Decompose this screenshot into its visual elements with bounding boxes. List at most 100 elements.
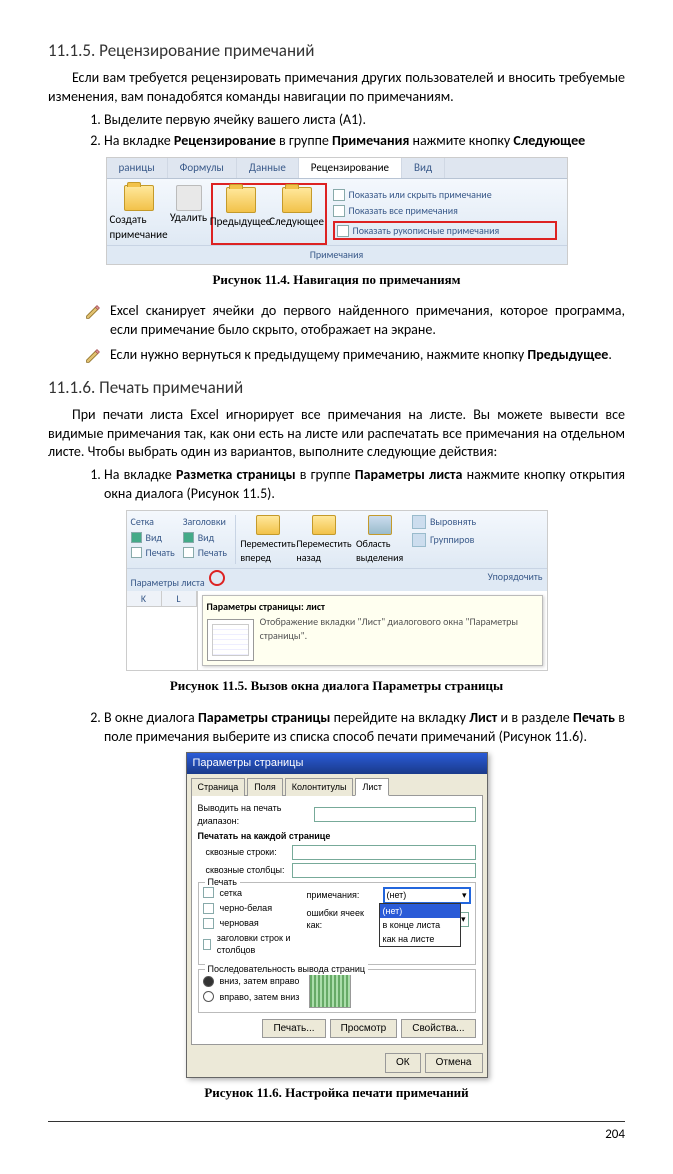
view-check[interactable]: Вид — [183, 531, 227, 545]
dialog-tab-margins[interactable]: Поля — [247, 778, 282, 796]
ribbon-tab[interactable]: Данные — [237, 158, 299, 179]
print-group: Печать сетка черно-белая черновая заголо… — [198, 882, 476, 965]
tooltip-thumbnail — [207, 619, 254, 661]
subheader: Печатать на каждой странице — [198, 830, 476, 842]
group-button[interactable]: Группиров — [412, 533, 476, 547]
t: В окне диалога — [104, 709, 198, 726]
label: ошибки ячеек как: — [307, 907, 377, 931]
label: Показать все примечания — [349, 204, 458, 218]
cancel-button[interactable]: Отмена — [425, 1053, 483, 1073]
align-icon — [412, 515, 426, 529]
ribbon-tab[interactable]: Вид — [402, 158, 445, 179]
dialog-tab-headerfooter[interactable]: Колонтитулы — [285, 778, 354, 796]
dialog-launcher-highlight[interactable] — [209, 570, 225, 586]
col-header: L — [162, 591, 197, 607]
t: нажмите кнопку — [409, 132, 513, 149]
section-heading-2: 11.1.6. Печать примечаний — [48, 377, 625, 400]
figure-caption-2: Рисунок 11.5. Вызов окна диалога Парамет… — [48, 677, 625, 695]
t: Лист — [469, 709, 497, 726]
chevron-down-icon: ▾ — [462, 889, 467, 901]
col-header: Сетка — [131, 515, 175, 529]
order-group: Последовательность вывода страниц вниз, … — [198, 969, 476, 1013]
steps-2: На вкладке Разметка страницы в группе Па… — [48, 466, 625, 504]
send-backward-button[interactable]: Переместить назад — [300, 515, 348, 564]
create-comment-button[interactable]: Создать примечание — [111, 183, 167, 245]
dialog-tab-page[interactable]: Страница — [191, 778, 246, 796]
show-all-comments-check[interactable]: Показать все примечания — [333, 204, 557, 218]
print-range-input[interactable] — [314, 807, 476, 822]
worksheet-fragment: K L — [127, 591, 198, 671]
print-button[interactable]: Печать... — [262, 1019, 325, 1039]
folder-icon — [256, 515, 280, 535]
ribbon-tab[interactable]: раницы — [107, 158, 168, 179]
print-check[interactable]: Печать — [131, 546, 175, 560]
checkbox-icon — [183, 547, 194, 558]
dropdown-option[interactable]: (нет) — [380, 904, 460, 918]
section-heading-1: 11.1.5. Рецензирование примечаний — [48, 40, 625, 63]
label: Вид — [146, 531, 162, 545]
next-comment-button[interactable]: Следующее — [269, 185, 325, 243]
show-ink-comments-check[interactable]: Показать рукописные примечания — [333, 221, 557, 241]
checkbox-icon[interactable] — [203, 887, 214, 898]
label: Предыдущее — [210, 215, 272, 230]
label: сетка — [220, 887, 242, 899]
dropdown-option[interactable]: в конце листа — [380, 918, 460, 932]
repeat-cols-input[interactable] — [292, 863, 476, 878]
checkbox-icon[interactable] — [203, 939, 211, 950]
prev-comment-button[interactable]: Предыдущее — [213, 185, 269, 243]
show-hide-comment-check[interactable]: Показать или скрыть примечание — [333, 188, 557, 202]
step-1-1: Выделите первую ячейку вашего листа (A1)… — [104, 111, 625, 130]
delete-comment-button[interactable]: Удалить — [167, 183, 211, 245]
label: Выровнять — [430, 515, 476, 529]
dropdown-option[interactable]: как на листе — [380, 932, 460, 946]
intro-1: Если вам требуется рецензировать примеча… — [48, 69, 625, 107]
ribbon-tab-review[interactable]: Рецензирование — [299, 158, 402, 179]
checkbox-icon — [131, 547, 142, 558]
preview-button[interactable]: Просмотр — [330, 1019, 398, 1039]
t: На вкладке — [104, 132, 174, 149]
comments-dropdown[interactable]: (нет) в конце листа как на листе — [379, 903, 461, 947]
label: Показать или скрыть примечание — [349, 188, 492, 202]
radio-icon[interactable] — [203, 976, 214, 987]
select-value: (нет) — [387, 889, 407, 901]
print-check[interactable]: Печать — [183, 546, 227, 560]
col-header: K — [127, 591, 162, 607]
selection-pane-button[interactable]: Область выделения — [356, 515, 404, 564]
properties-button[interactable]: Свойства... — [401, 1019, 475, 1039]
ok-button[interactable]: ОК — [385, 1053, 421, 1073]
checkbox-icon — [337, 225, 349, 237]
label: Удалить — [170, 211, 207, 226]
group-icon — [412, 533, 426, 547]
label: черновая — [220, 917, 259, 929]
label: вниз, затем вправо — [220, 975, 300, 987]
repeat-rows-input[interactable] — [292, 845, 476, 860]
dialog-tab-sheet[interactable]: Лист — [355, 778, 389, 796]
t: перейдите на вкладку — [330, 709, 469, 726]
view-check[interactable]: Вид — [131, 531, 175, 545]
ribbon-tab[interactable]: Формулы — [168, 158, 237, 179]
label: Группиров — [430, 533, 474, 547]
t: Предыдущее — [527, 346, 608, 363]
radio-icon[interactable] — [203, 991, 214, 1002]
checkbox-icon[interactable] — [203, 903, 214, 914]
figure-11-4: раницы Формулы Данные Рецензирование Вид… — [106, 157, 568, 265]
t: На вкладке — [104, 466, 176, 483]
t: в группе — [296, 466, 355, 483]
checkbox-icon[interactable] — [203, 918, 214, 929]
order-preview-icon — [309, 974, 351, 1008]
checkbox-icon — [131, 532, 142, 543]
delete-icon — [176, 185, 202, 211]
label: Вид — [198, 531, 214, 545]
label: сквозные строки: — [198, 846, 286, 858]
align-button[interactable]: Выровнять — [412, 515, 476, 529]
label: вправо, затем вниз — [220, 991, 300, 1003]
comments-select[interactable]: (нет) ▾ — [383, 887, 471, 904]
ribbon-group-label: Примечания — [107, 245, 567, 264]
bring-forward-button[interactable]: Переместить вперед — [244, 515, 292, 564]
t: в группе — [276, 132, 332, 149]
pencil-icon — [84, 304, 102, 320]
label: Печать — [146, 546, 175, 560]
figure-caption-3: Рисунок 11.6. Настройка печати примечани… — [48, 1084, 625, 1102]
figure-11-6: Параметры страницы Страница Поля Колонти… — [186, 752, 488, 1077]
t: Рецензирование — [174, 132, 276, 149]
